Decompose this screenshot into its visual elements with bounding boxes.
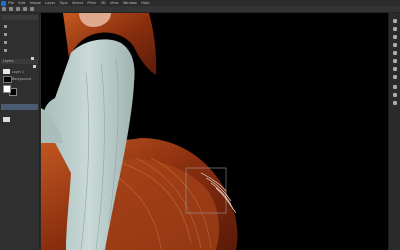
layer-name[interactable]: Layer 1 xyxy=(12,70,24,74)
layer-name[interactable]: Background xyxy=(12,77,31,81)
styles-icon[interactable] xyxy=(393,59,397,63)
layer-thumbnail[interactable] xyxy=(3,117,10,122)
panel-header[interactable] xyxy=(1,15,38,20)
selected-layer-row[interactable] xyxy=(1,104,38,110)
channels-icon[interactable] xyxy=(393,67,397,71)
right-panel xyxy=(388,13,400,250)
flow-icon[interactable] xyxy=(30,7,34,11)
layer-thumbnail[interactable] xyxy=(3,76,12,83)
panel-menu-icon[interactable] xyxy=(31,57,34,60)
history-icon[interactable] xyxy=(393,19,397,23)
visibility-icon[interactable] xyxy=(33,65,36,68)
layers-tab-label: Layers xyxy=(3,59,14,63)
panel-option-icon[interactable] xyxy=(4,49,7,52)
paragraph-icon[interactable] xyxy=(393,101,397,105)
properties-icon[interactable] xyxy=(393,27,397,31)
brush-preset-icon[interactable] xyxy=(9,7,13,11)
left-panel: Layers Layer 1 Background xyxy=(0,13,40,250)
adjustments-icon[interactable] xyxy=(393,35,397,39)
character-icon[interactable] xyxy=(393,93,397,97)
swatches-icon[interactable] xyxy=(393,51,397,55)
libraries-icon[interactable] xyxy=(393,43,397,47)
canvas-image xyxy=(41,13,388,250)
opacity-icon[interactable] xyxy=(23,7,27,11)
tool-preset-icon[interactable] xyxy=(2,7,6,11)
panel-option-icon[interactable] xyxy=(4,25,7,28)
panel-option-icon[interactable] xyxy=(4,41,7,44)
document-canvas[interactable] xyxy=(41,13,388,250)
mode-icon[interactable] xyxy=(16,7,20,11)
layer-thumbnail[interactable] xyxy=(3,69,10,74)
info-icon[interactable] xyxy=(393,85,397,89)
options-bar xyxy=(0,6,400,13)
panel-option-icon[interactable] xyxy=(4,33,7,36)
foreground-color-swatch[interactable] xyxy=(3,85,11,93)
paths-icon[interactable] xyxy=(393,75,397,79)
app-logo-icon[interactable] xyxy=(1,0,6,6)
